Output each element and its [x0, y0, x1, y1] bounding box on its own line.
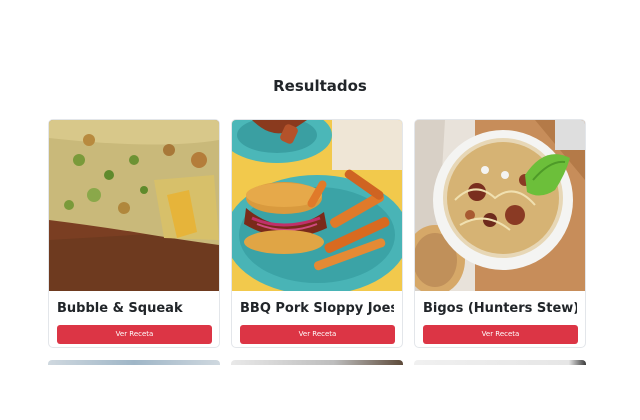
recipe-title: BBQ Pork Sloppy Joes [240, 301, 394, 316]
bbq-pork-sloppy-joes-photo [232, 120, 402, 291]
recipe-card: Bigos (Hunters Stew) Ver Receta [414, 119, 586, 348]
view-recipe-button[interactable]: Ver Receta [423, 325, 578, 344]
recipe-card-partial[interactable] [231, 360, 403, 365]
view-recipe-button[interactable]: Ver Receta [240, 325, 395, 344]
recipe-card-partial[interactable] [48, 360, 220, 365]
recipe-card: BBQ Pork Sloppy Joes Ver Receta [231, 119, 403, 348]
recipe-image-bigos-hunters-stew[interactable] [415, 120, 585, 291]
view-recipe-button[interactable]: Ver Receta [57, 325, 212, 344]
bubble-and-squeak-photo [49, 120, 219, 291]
recipe-title: Bubble & Squeak [57, 301, 183, 316]
recipe-results-page: Resultados Bubble & Squeak Ver Receta BB… [0, 0, 640, 420]
bigos-hunters-stew-photo [415, 120, 585, 291]
recipe-card: Bubble & Squeak Ver Receta [48, 119, 220, 348]
recipe-image-bbq-pork-sloppy-joes[interactable] [232, 120, 402, 291]
recipe-card-partial[interactable] [414, 360, 586, 365]
recipe-grid: Bubble & Squeak Ver Receta BBQ Pork Slop… [48, 119, 586, 365]
recipe-image-bubble-and-squeak[interactable] [49, 120, 219, 291]
recipe-title: Bigos (Hunters Stew) [423, 301, 577, 316]
results-heading: Resultados [273, 77, 367, 95]
